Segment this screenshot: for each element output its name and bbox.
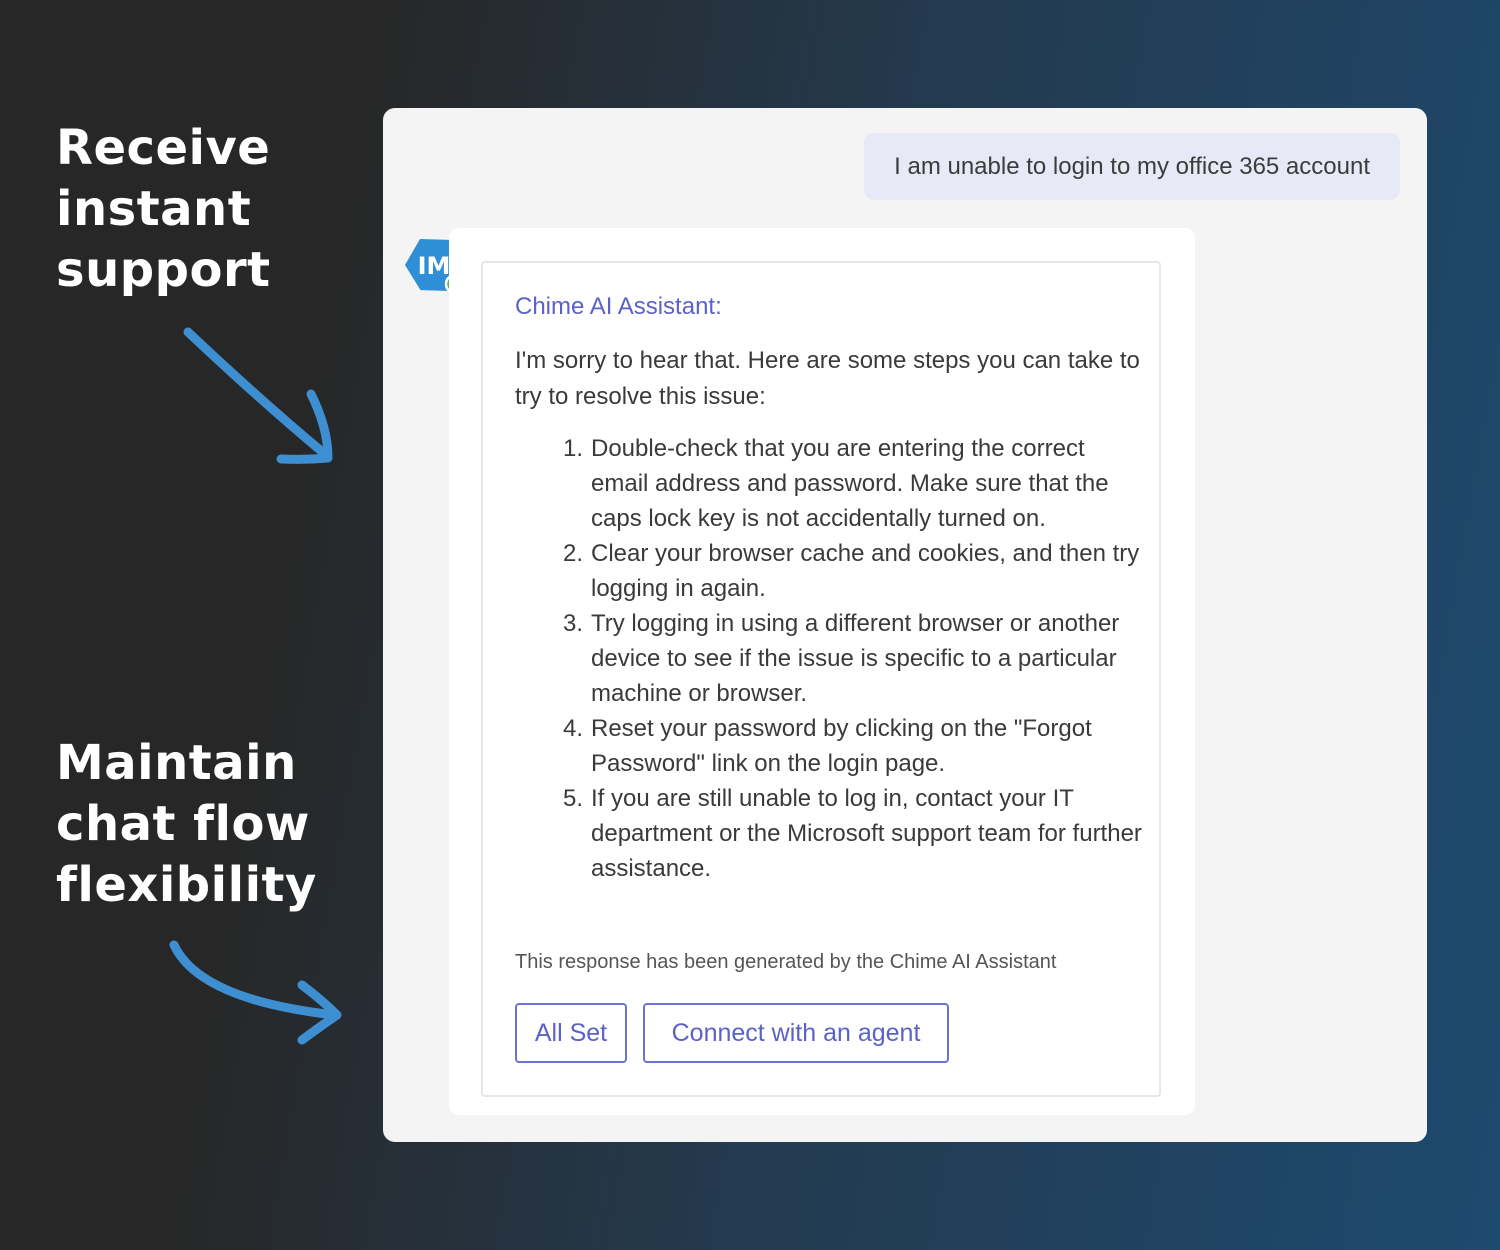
- bot-message-container: Chime AI Assistant: I'm sorry to hear th…: [449, 228, 1195, 1115]
- list-item: 2. Clear your browser cache and cookies,…: [515, 536, 1145, 606]
- all-set-button[interactable]: All Set: [515, 1003, 627, 1063]
- step-text: Reset your password by clicking on the "…: [591, 715, 1092, 777]
- step-number: 5.: [562, 785, 583, 812]
- troubleshooting-steps: 1. Double-check that you are entering th…: [515, 431, 1145, 886]
- arrow-bottom-shaft: [169, 940, 340, 1020]
- arrow-icon: [169, 327, 342, 1045]
- user-message-bubble: I am unable to login to my office 365 ac…: [864, 133, 1400, 200]
- step-text: If you are still unable to log in, conta…: [591, 785, 1142, 882]
- step-number: 3.: [562, 610, 583, 637]
- list-item: 1. Double-check that you are entering th…: [515, 431, 1145, 536]
- bot-title: Chime AI Assistant:: [515, 293, 722, 320]
- connect-agent-button[interactable]: Connect with an agent: [643, 1003, 949, 1063]
- user-message-text: I am unable to login to my office 365 ac…: [894, 152, 1370, 180]
- list-item: 5. If you are still unable to log in, co…: [515, 781, 1145, 886]
- avatar-initials: IM: [418, 252, 451, 280]
- step-text: Clear your browser cache and cookies, an…: [591, 540, 1140, 602]
- chat-panel: I am unable to login to my office 365 ac…: [383, 108, 1427, 1142]
- step-number: 1.: [562, 435, 583, 462]
- step-text: Double-check that you are entering the c…: [591, 435, 1109, 532]
- step-text: Try logging in using a different browser…: [591, 610, 1120, 707]
- list-item: 4. Reset your password by clicking on th…: [515, 711, 1145, 781]
- step-number: 4.: [562, 715, 583, 742]
- bot-response-card: Chime AI Assistant: I'm sorry to hear th…: [481, 261, 1161, 1097]
- arrow-top-shaft: [183, 327, 331, 460]
- ai-disclaimer: This response has been generated by the …: [515, 951, 1057, 973]
- list-item: 3. Try logging in using a different brow…: [515, 606, 1145, 711]
- bot-intro-text: I'm sorry to hear that. Here are some st…: [515, 347, 1140, 410]
- step-number: 2.: [562, 540, 583, 567]
